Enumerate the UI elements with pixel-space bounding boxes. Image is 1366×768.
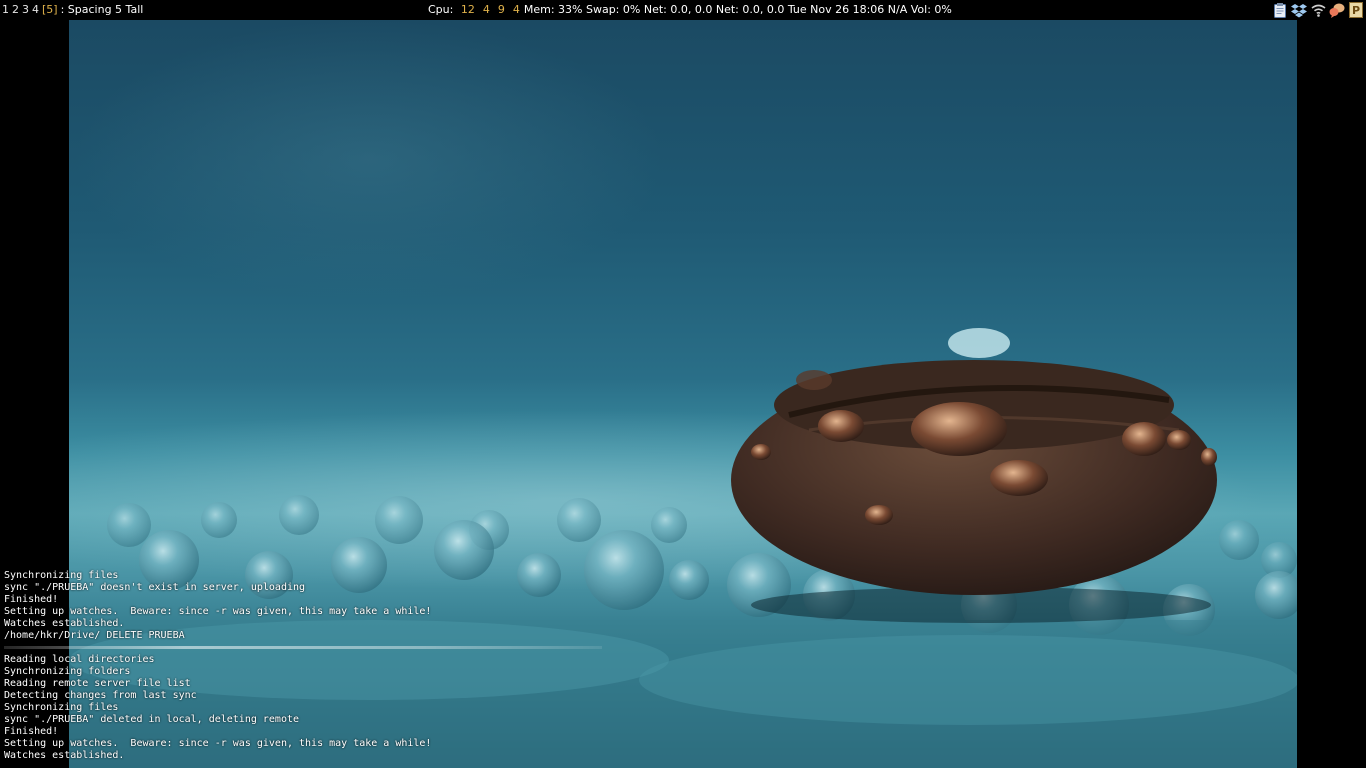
desktop: Synchronizing files sync "./PRUEBA" does… bbox=[0, 20, 1366, 768]
mem-readout: Mem: 33% bbox=[523, 3, 583, 16]
cpu-core-1: 12 bbox=[460, 3, 475, 16]
terminal-line: sync "./PRUEBA" deleted in local, deleti… bbox=[4, 714, 300, 725]
terminal-line: Setting up watches. Beware: since -r was… bbox=[4, 606, 432, 617]
clipboard-icon[interactable] bbox=[1272, 2, 1288, 18]
volume-readout: Vol: 0% bbox=[910, 3, 952, 16]
terminal-separator bbox=[4, 642, 704, 654]
wifi-icon[interactable] bbox=[1310, 2, 1326, 18]
battery-readout: N/A bbox=[887, 3, 908, 16]
workspace-3[interactable]: 3 bbox=[22, 3, 29, 16]
terminal-line: Finished! bbox=[4, 594, 59, 605]
system-tray: P bbox=[1272, 2, 1364, 18]
workspace-area: 1 2 3 4 [5]: Spacing 5 Tall bbox=[2, 0, 143, 20]
cpu-core-3: 9 bbox=[497, 3, 505, 16]
layout-title: : Spacing 5 Tall bbox=[60, 3, 144, 16]
terminal-line: Watches established. bbox=[4, 618, 125, 629]
status-bar: 1 2 3 4 [5]: Spacing 5 Tall Cpu: 12 4 9 4 Mem: 3… bbox=[0, 0, 1366, 20]
terminal-line: Detecting changes from last sync bbox=[4, 690, 197, 701]
terminal-line: Synchronizing files bbox=[4, 570, 119, 581]
terminal-line: Synchronizing files bbox=[4, 702, 119, 713]
pidgin-icon[interactable] bbox=[1329, 2, 1345, 18]
workspace-current[interactable]: [5] bbox=[42, 3, 58, 16]
net-readout-1: Net: 0.0, 0.0 bbox=[643, 3, 713, 16]
workspace-1[interactable]: 1 bbox=[2, 3, 9, 16]
terminal-line: Watches established. bbox=[4, 750, 125, 761]
net-readout-2: Net: 0.0, 0.0 bbox=[715, 3, 785, 16]
terminal-line: Reading remote server file list bbox=[4, 678, 191, 689]
system-monitor: Cpu: 12 4 9 4 Mem: 33% Swap: 0% Net: 0.0, 0.… bbox=[428, 0, 952, 20]
terminal-line: /home/hkr/Drive/ DELETE PRUEBA bbox=[4, 630, 185, 641]
terminal-line: Reading local directories bbox=[4, 654, 155, 665]
terminal-line: sync "./PRUEBA" doesn't exist in server,… bbox=[4, 582, 306, 593]
workspace-2[interactable]: 2 bbox=[12, 3, 19, 16]
cpu-label: Cpu: bbox=[428, 3, 454, 16]
parcellite-icon[interactable]: P bbox=[1348, 2, 1364, 18]
terminal-line: Synchronizing folders bbox=[4, 666, 131, 677]
swap-readout: Swap: 0% bbox=[585, 3, 641, 16]
terminal-line: Finished! bbox=[4, 726, 59, 737]
cpu-core-4: 4 bbox=[512, 3, 520, 16]
clock: Tue Nov 26 18:06 bbox=[787, 3, 885, 16]
dropbox-icon[interactable] bbox=[1291, 2, 1307, 18]
workspace-4[interactable]: 4 bbox=[32, 3, 39, 16]
terminal-output[interactable]: Synchronizing files sync "./PRUEBA" does… bbox=[4, 570, 704, 762]
svg-text:P: P bbox=[1352, 4, 1360, 17]
cpu-core-2: 4 bbox=[482, 3, 490, 16]
terminal-line: Setting up watches. Beware: since -r was… bbox=[4, 738, 432, 749]
